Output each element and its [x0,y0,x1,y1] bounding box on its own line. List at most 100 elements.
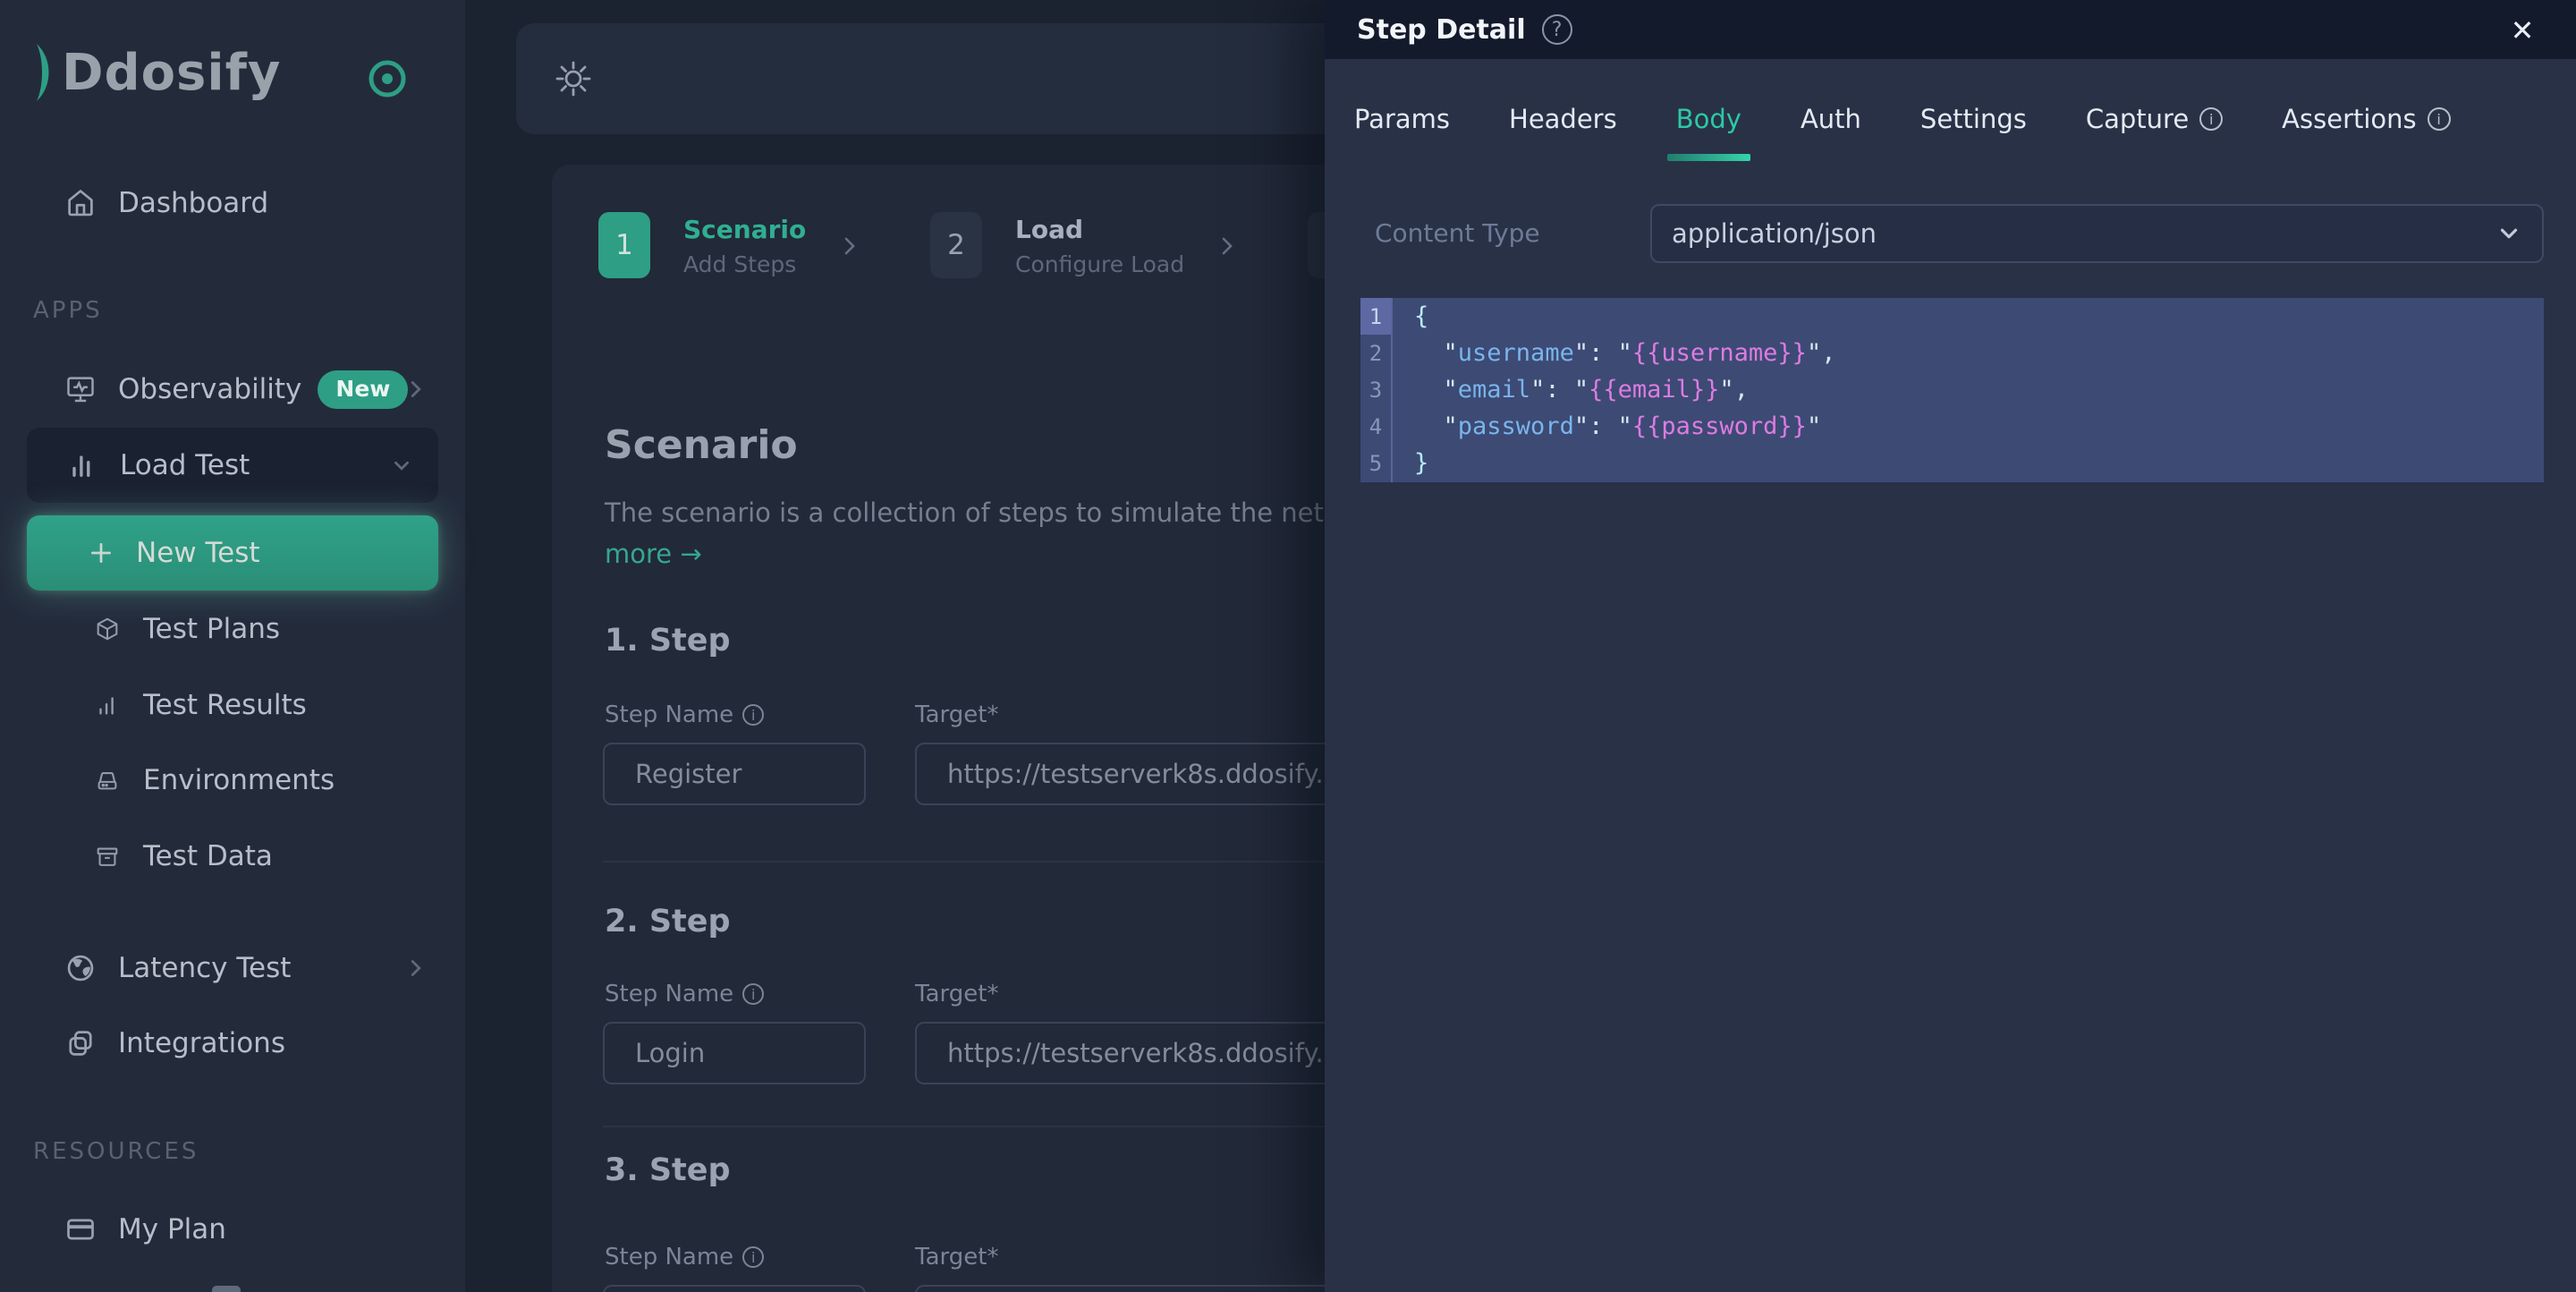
partial-next-item-icon [212,1286,241,1292]
sidebar-item-label: Test Results [143,689,307,721]
sun-theme-toggle-icon[interactable] [552,57,595,100]
sidebar-item-integrations[interactable]: Integrations [0,1015,465,1072]
stepper-step-1[interactable]: Scenario Add Steps [683,215,806,277]
globe-icon [64,952,97,984]
sidebar-item-observability[interactable]: Observability New [0,361,465,418]
tab-auth[interactable]: Auth [1801,104,1861,161]
credit-card-icon [64,1213,97,1245]
stepper-step-1-number[interactable]: 1 [598,212,650,278]
logo-row: Ddosify [33,36,436,125]
code-gutter: 12345 [1360,298,1393,482]
chevron-right-icon [402,955,429,982]
tab-capture[interactable]: Capture i [2086,104,2223,161]
step-name-label-text: Step Name [605,701,733,728]
more-link[interactable]: more → [605,539,702,569]
tab-headers[interactable]: Headers [1509,104,1617,161]
sidebar-item-environments[interactable]: Environments [0,752,465,809]
step-1-name-label: Step Name i [605,701,764,728]
ddosify-logo-mark-icon [33,41,60,104]
plus-icon [86,538,116,568]
info-icon: i [2428,107,2451,131]
code-lines: { "username": "{{username}}", "email": "… [1393,298,2544,482]
step-1-name-input[interactable]: Register [603,743,866,805]
step-3-name-input[interactable] [603,1285,866,1292]
step-2-target-label: Target* [915,981,998,1007]
load-test-row: Load Test [27,437,438,494]
new-badge: New [318,370,408,409]
results-chart-icon [93,691,122,719]
target-icon[interactable] [364,55,411,102]
drawer-header: Step Detail ? ✕ [1325,0,2576,59]
app-screen: Ddosify Dashboard APPS Observability New [0,0,2576,1292]
server-icon [93,766,122,795]
tab-settings[interactable]: Settings [1920,104,2027,161]
info-icon: i [742,704,764,726]
stepper-step-1-title: Scenario [683,215,806,244]
scenario-description: The scenario is a collection of steps to… [605,497,1386,528]
sidebar-item-label: Test Data [143,840,273,872]
tab-params[interactable]: Params [1354,104,1450,161]
copy-icon [64,1027,97,1059]
step-3-heading: 3. Step [605,1152,731,1188]
help-icon[interactable]: ? [1542,14,1572,45]
sidebar-item-test-data[interactable]: Test Data [0,828,465,885]
scenario-title: Scenario [605,422,798,468]
sidebar-item-label: Test Plans [143,613,280,645]
stepper-step-2[interactable]: Load Configure Load [1015,215,1184,277]
sidebar-item-label: Latency Test [118,952,291,984]
logo-text: Ddosify [62,44,281,102]
sidebar: Ddosify Dashboard APPS Observability New [0,0,465,1292]
step-3-target-label: Target* [915,1244,998,1271]
step-2-name-label: Step Name i [605,981,764,1007]
chevron-right-icon [1216,234,1239,258]
sidebar-item-load-test[interactable]: Load Test [27,428,438,503]
tab-bar: Params Headers Body Auth Settings Captur… [1354,104,2451,161]
content-type-value: application/json [1672,218,1877,249]
stepper-step-2-number[interactable]: 2 [930,212,982,278]
sidebar-item-label: New Test [136,537,260,569]
step-2-name-input[interactable]: Login [603,1022,866,1084]
sidebar-item-label: Observability [118,373,301,405]
step-detail-drawer: Step Detail ? ✕ Params Headers Body Auth… [1325,0,2576,1292]
sidebar-item-new-test[interactable]: New Test [27,515,438,591]
archive-icon [93,842,122,871]
step-name-label-text: Step Name [605,1244,733,1271]
step-name-label-text: Step Name [605,981,733,1007]
stepper-step-2-title: Load [1015,215,1184,244]
content-type-label: Content Type [1375,218,1540,248]
body-code-editor[interactable]: 12345 { "username": "{{username}}", "ema… [1360,298,2544,482]
sidebar-item-latency-test[interactable]: Latency Test [0,939,465,997]
info-icon: i [742,1246,764,1268]
chevron-down-icon [2496,220,2522,247]
sidebar-item-test-results[interactable]: Test Results [0,676,465,734]
apps-section-label: APPS [33,297,103,324]
stepper-step-2-subtitle: Configure Load [1015,251,1184,277]
package-icon [93,615,122,643]
step-1-target-label: Target* [915,701,998,728]
sidebar-item-label: My Plan [118,1213,226,1245]
step-2-heading: 2. Step [605,904,731,939]
step-3-name-label: Step Name i [605,1244,764,1271]
ddosify-logo[interactable]: Ddosify [33,41,281,104]
home-icon [64,187,97,219]
sidebar-item-label: Dashboard [118,187,268,219]
sidebar-item-test-plans[interactable]: Test Plans [0,600,465,658]
tab-assertions-label: Assertions [2282,104,2416,134]
sidebar-item-dashboard[interactable]: Dashboard [0,174,465,232]
stepper-step-1-subtitle: Add Steps [683,251,806,277]
sidebar-item-label: Load Test [120,449,250,481]
close-icon[interactable]: ✕ [2504,13,2540,48]
content-type-select[interactable]: application/json [1650,204,2544,263]
resources-section-label: RESOURCES [33,1138,199,1165]
tab-assertions[interactable]: Assertions i [2282,104,2450,161]
info-icon: i [742,983,764,1005]
step-1-heading: 1. Step [605,623,731,659]
chevron-right-icon [838,234,861,258]
drawer-title: Step Detail [1357,14,1526,46]
chevron-right-icon [402,376,429,403]
sidebar-item-my-plan[interactable]: My Plan [0,1201,465,1258]
sidebar-item-label: Integrations [118,1027,285,1059]
bar-chart-icon [66,449,98,481]
tab-body[interactable]: Body [1676,104,1741,161]
info-icon: i [2199,107,2223,131]
